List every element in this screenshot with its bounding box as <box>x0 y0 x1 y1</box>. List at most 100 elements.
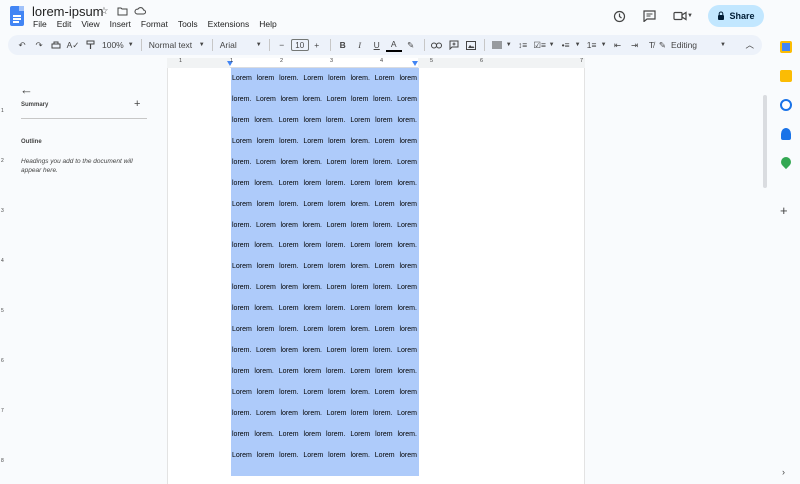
text-line[interactable]: lorem lorem. Lorem lorem lorem. Lorem lorem lor… <box>231 361 419 382</box>
comment-icon[interactable] <box>640 7 658 25</box>
text-line[interactable]: lorem lorem. Lorem lorem lorem. Lorem lorem lor… <box>231 298 419 319</box>
text-line[interactable]: lorem. Lorem lorem lorem. Lorem lorem lorem. Lo… <box>231 152 419 173</box>
vertical-scrollbar[interactable] <box>763 95 767 188</box>
checklist-icon[interactable]: ☑≡ <box>532 37 548 53</box>
word: lorem. <box>350 451 370 459</box>
style-select[interactable]: Normal text ▼ <box>146 40 208 50</box>
back-arrow-icon[interactable]: ← <box>20 82 33 97</box>
right-indent-marker[interactable] <box>412 61 418 66</box>
word: Lorem <box>326 347 347 355</box>
underline-icon[interactable]: U <box>369 37 385 53</box>
text-line[interactable]: Lorem lorem lorem. Lorem lorem lorem. Lorem lor… <box>231 256 419 277</box>
bulleted-list-icon[interactable]: •≡ <box>558 37 574 53</box>
italic-icon[interactable]: I <box>352 37 368 53</box>
menu-format[interactable]: Format <box>136 19 173 29</box>
bold-icon[interactable]: B <box>335 37 351 53</box>
clear-formatting-icon[interactable]: T̸ <box>644 37 660 53</box>
highlight-icon[interactable]: ✎ <box>403 37 419 53</box>
word: lorem <box>232 368 250 376</box>
maps-icon[interactable] <box>778 154 794 170</box>
text-line[interactable]: Lorem lorem lorem. Lorem lorem lorem. Lorem lor… <box>231 194 419 215</box>
summary-label: Summary <box>21 102 49 108</box>
vertical-ruler: 1 2 3 4 5 6 7 8 <box>0 68 8 484</box>
document-body[interactable]: Lorem lorem lorem. Lorem lorem lorem. Lorem lor… <box>231 68 419 466</box>
print-icon[interactable] <box>48 37 64 53</box>
word: lorem <box>399 326 417 334</box>
decrease-indent-icon[interactable]: ⇤ <box>610 37 626 53</box>
add-icon[interactable]: + <box>780 203 788 218</box>
video-call-icon[interactable]: ▼ <box>670 7 696 25</box>
word: lorem. <box>254 179 274 187</box>
menu-view[interactable]: View <box>76 19 104 29</box>
word: lorem <box>256 200 275 208</box>
menu-tools[interactable]: Tools <box>173 19 203 29</box>
text-line[interactable]: lorem. Lorem lorem lorem. Lorem lorem lorem. Lo… <box>231 89 419 110</box>
increase-indent-icon[interactable]: ⇥ <box>627 37 643 53</box>
tasks-icon[interactable] <box>780 99 792 111</box>
text-color-icon[interactable]: A <box>385 39 402 52</box>
word: lorem. <box>279 326 299 334</box>
word: lorem <box>375 242 393 250</box>
menu-help[interactable]: Help <box>254 19 281 29</box>
add-summary-icon[interactable]: + <box>134 98 140 110</box>
word: lorem. <box>302 95 322 103</box>
text-line[interactable]: lorem lorem. Lorem lorem lorem. Lorem lorem lor… <box>231 110 419 131</box>
word: lorem <box>399 200 417 208</box>
text-line[interactable]: lorem. Lorem lorem lorem. Lorem lorem lorem. Lo… <box>231 215 419 236</box>
spellcheck-icon[interactable]: A✓ <box>65 37 81 53</box>
word: lorem <box>232 116 250 124</box>
word: Lorem <box>397 409 417 417</box>
contacts-icon[interactable] <box>781 128 791 140</box>
text-line[interactable]: lorem. Lorem lorem lorem. Lorem lorem lorem. Lo… <box>231 277 419 298</box>
paint-format-icon[interactable] <box>82 37 98 53</box>
history-icon[interactable] <box>610 7 628 25</box>
undo-icon[interactable]: ↶ <box>14 37 30 53</box>
font-select[interactable]: Arial ▼ <box>217 40 265 50</box>
line-spacing-icon[interactable]: ↕≡ <box>515 37 531 53</box>
font-size-input[interactable]: 10 <box>290 39 309 51</box>
text-line[interactable]: Lorem lorem lorem. Lorem lorem lorem. Lorem lor… <box>231 68 419 89</box>
text-line[interactable]: lorem lorem. Lorem lorem lorem. Lorem lorem lor… <box>231 236 419 257</box>
folder-icon[interactable] <box>116 5 128 17</box>
word: lorem. <box>350 137 370 145</box>
text-line[interactable]: lorem lorem. Lorem lorem lorem. Lorem lorem lor… <box>231 173 419 194</box>
keep-icon[interactable] <box>780 70 792 82</box>
menu-extensions[interactable]: Extensions <box>203 19 255 29</box>
word: Lorem <box>397 347 417 355</box>
numbered-list-icon[interactable]: 1≡ <box>584 37 600 53</box>
decrease-font-size-button[interactable]: − <box>274 37 290 53</box>
menu-insert[interactable]: Insert <box>105 19 136 29</box>
text-line[interactable]: lorem. Lorem lorem lorem. Lorem lorem lorem. Lo… <box>231 403 419 424</box>
text-line[interactable]: Lorem lorem lorem. Lorem lorem lorem. Lorem lor… <box>231 131 419 152</box>
cloud-icon[interactable] <box>134 5 146 17</box>
chevron-down-icon: ▼ <box>720 42 726 48</box>
word: Lorem <box>232 389 252 397</box>
text-line[interactable]: Lorem lorem lorem. Lorem lorem lorem. Lorem lor… <box>231 445 419 466</box>
menu-edit[interactable]: Edit <box>52 19 77 29</box>
chevron-right-icon[interactable]: › <box>782 467 785 477</box>
text-line[interactable]: lorem lorem. Lorem lorem lorem. Lorem lorem lor… <box>231 424 419 445</box>
increase-font-size-button[interactable]: + <box>309 37 325 53</box>
redo-icon[interactable]: ↷ <box>31 37 47 53</box>
calendar-icon[interactable] <box>780 41 792 53</box>
link-icon[interactable] <box>429 37 445 53</box>
word: Lorem <box>278 116 299 124</box>
text-line[interactable]: Lorem lorem lorem. Lorem lorem lorem. Lorem lor… <box>231 319 419 340</box>
toolbar-divider <box>268 39 270 51</box>
docs-logo-icon[interactable] <box>10 6 24 26</box>
editing-mode-select[interactable]: ✎ Editing ▼ <box>659 40 726 51</box>
text-line[interactable]: lorem. Lorem lorem lorem. Lorem lorem lorem. Lo… <box>231 340 419 361</box>
share-button[interactable]: Share <box>708 5 764 27</box>
word: lorem. <box>350 389 370 397</box>
zoom-select[interactable]: 100% ▼ <box>99 40 137 50</box>
insert-comment-icon[interactable] <box>446 37 462 53</box>
text-line[interactable]: Lorem lorem lorem. Lorem lorem lorem. Lorem lor… <box>231 382 419 403</box>
menu-file[interactable]: File <box>28 19 52 29</box>
document-title[interactable]: lorem-ipsum <box>32 4 104 19</box>
document-page[interactable]: Lorem lorem lorem. Lorem lorem lorem. Lorem lor… <box>167 68 585 484</box>
star-icon[interactable]: ☆ <box>98 5 110 17</box>
align-icon[interactable] <box>489 37 505 53</box>
insert-image-icon[interactable] <box>463 37 479 53</box>
word: lorem <box>328 137 346 145</box>
collapse-toolbar-icon[interactable]: ︿ <box>745 39 754 51</box>
